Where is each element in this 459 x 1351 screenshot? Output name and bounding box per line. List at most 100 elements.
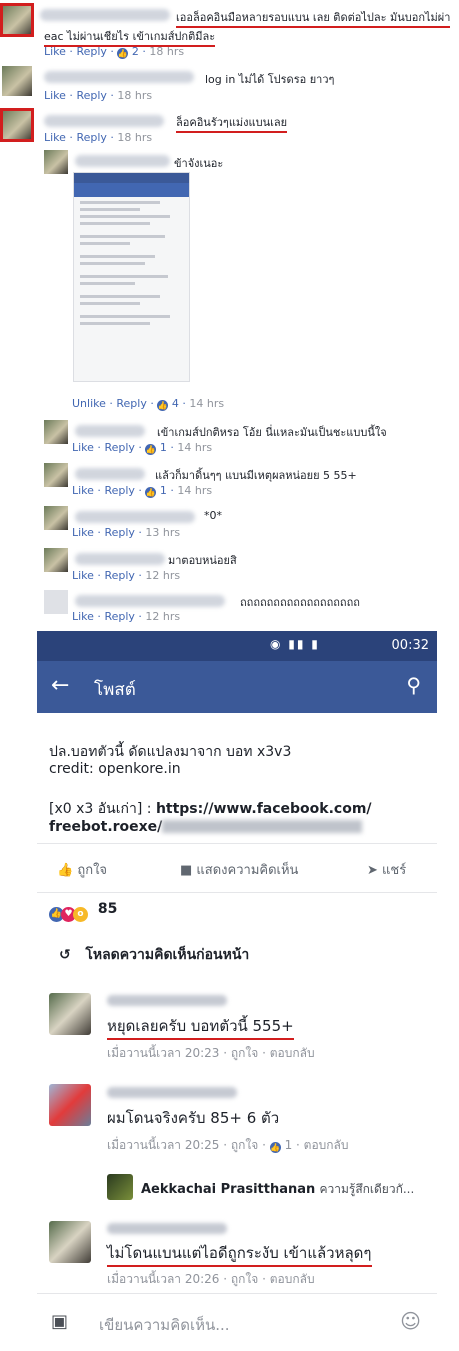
avatar[interactable] [44,463,68,487]
post-text: [x0 x3 อันเก่า] : [49,801,156,817]
reply-link[interactable]: Reply [104,569,134,582]
avatar[interactable] [44,150,68,174]
meta-text: · ตอบกลับ [292,1138,349,1152]
blurred-name [75,553,165,565]
reply-link[interactable]: Reply [116,397,146,410]
like-reaction-icon: 👍 [157,400,169,411]
attached-screenshot-thumbnail[interactable] [73,172,190,382]
comment-text: เออล็อคอินมือหลายรอบแบน เลย ติดต่อไปละ ม… [176,8,451,28]
comment-actions: Like · Reply · 12 hrs [72,610,181,623]
reaction-summary[interactable]: 👍 ♥ o 85 [49,901,117,922]
avatar[interactable] [49,1084,91,1126]
comment-meta: เมื่อวานนี้เวลา 20:26 · ถูกใจ · ตอบกลับ [107,1272,315,1286]
reply-link[interactable]: Reply [76,45,106,58]
comment-text: ล็อคอินรัวๆแม่งแบนเลย [176,113,288,133]
avatar[interactable] [2,66,32,96]
avatar[interactable] [0,3,34,37]
blurred-name [75,425,145,437]
search-icon[interactable]: ⚲ [406,673,421,697]
emoji-icon[interactable]: ☺ [400,1309,421,1333]
avatar[interactable] [44,506,68,530]
post-link[interactable]: freebot.roexe/ [49,819,363,835]
avatar[interactable] [0,108,34,142]
comment-text: ผมโดนจริงครับ 85+ 6 ตัว [107,1109,280,1127]
desktop-comment-thread: เออล็อคอินมือหลายรอบแบน เลย ติดต่อไปละ ม… [0,0,459,625]
wow-reaction-icon: o [73,907,88,922]
like-reaction-icon: 👍 [117,48,129,59]
share-button[interactable]: ➤ แชร์ [367,859,406,880]
comment-input[interactable]: เขียนความคิดเห็น... [99,1313,230,1337]
comment-actions: Like · Reply · 👍 2 · 18 hrs [44,45,185,59]
comment-text: ข้าจังเนอะ [174,157,224,170]
comment-actions: Unlike · Reply · 👍 4 · 14 hrs [72,397,225,411]
comment-text: แล้วก็มาดิ้นๆๆ แบนมีเหตุผลหน่อยย 5 55+ [155,469,357,482]
default-avatar[interactable] [44,590,68,614]
avatar[interactable] [49,993,91,1035]
post-link[interactable]: https://www.facebook.com/ [156,801,372,817]
like-link[interactable]: Like [44,131,66,144]
comment-text: เข้าเกมส์ปกติหรอ โอ้ย นี่แหละมันเป็นชะแบ… [157,426,387,439]
timestamp: 18 hrs [149,45,185,58]
timestamp: 14 hrs [177,441,213,454]
app-bar: ← โพสต์ ⚲ [37,661,437,713]
comment-actions: Like · Reply · 13 hrs [72,526,181,539]
comment-actions: Like · Reply · 18 hrs [44,89,153,102]
status-bar: ◉ ▮▮ ▮ 00:32 [37,631,437,661]
timestamp: 18 hrs [117,89,153,102]
camera-icon[interactable]: ▣ [51,1311,68,1332]
load-previous-comments[interactable]: ↺ โหลดความคิดเห็นก่อนหน้า [59,944,249,966]
blurred-name [75,511,195,523]
comment-actions: Like · Reply · 👍 1 · 14 hrs [72,484,213,498]
blurred-name [75,595,225,607]
avatar[interactable] [44,420,68,444]
post-line: credit: openkore.in [49,761,181,777]
like-link[interactable]: Like [72,569,94,582]
comment-button[interactable]: ■ แสดงความคิดเห็น [180,859,298,880]
reply-link[interactable]: Reply [104,610,134,623]
comment-text: หยุดเลยครับ บอทตัวนี้ 555+ [107,1014,294,1040]
reply-link[interactable]: Reply [76,131,106,144]
meta-text: เมื่อวานนี้เวลา 20:25 · ถูกใจ · [107,1138,270,1152]
timestamp: 14 hrs [189,397,225,410]
like-button[interactable]: 👍 ถูกใจ [57,859,107,880]
timestamp: 14 hrs [177,484,213,497]
avatar[interactable] [49,1221,91,1263]
blurred-name [40,9,170,21]
timestamp: 12 hrs [145,569,181,582]
back-arrow-icon[interactable]: ← [51,673,69,698]
reply-link[interactable]: Reply [104,526,134,539]
comment-actions: Like · Reply · 👍 1 · 14 hrs [72,441,213,455]
like-link[interactable]: Like [72,610,94,623]
like-link[interactable]: Like [44,89,66,102]
comment-composer: ▣ เขียนความคิดเห็น... ☺ [37,1293,437,1351]
signal-battery-icons: ◉ ▮▮ ▮ [270,637,320,651]
post-link-text[interactable]: freebot.roexe/ [49,819,162,835]
avatar[interactable] [107,1174,133,1200]
share-label: แชร์ [382,863,407,878]
reaction-count[interactable]: 1 [160,441,167,454]
like-label: ถูกใจ [77,863,108,878]
reply-link[interactable]: Reply [76,89,106,102]
like-link[interactable]: Like [72,484,94,497]
blurred-name [44,115,164,127]
reply-preview[interactable]: Aekkachai Prasitthanan ความรู้สึกเดียวกั… [141,1180,414,1199]
status-time: 00:32 [391,638,429,653]
unlike-link[interactable]: Unlike [72,397,106,410]
like-reaction-icon: 👍 [145,487,157,498]
like-reaction-icon: 👍 [269,1142,281,1153]
blurred-name [107,1223,227,1234]
reply-link[interactable]: Reply [104,441,134,454]
reaction-count[interactable]: 4 [172,397,179,410]
comment-text: มาตอบหน่อยสิ [168,554,237,567]
reply-link[interactable]: Reply [104,484,134,497]
mobile-post-screenshot: ◉ ▮▮ ▮ 00:32 ← โพสต์ ⚲ ปล.บอทตัวนี้ ดัดแ… [37,631,437,1350]
timestamp: 18 hrs [117,131,153,144]
blurred-name [75,468,145,480]
like-link[interactable]: Like [72,441,94,454]
like-link[interactable]: Like [44,45,66,58]
like-link[interactable]: Like [72,526,94,539]
comment-actions: Like · Reply · 12 hrs [72,569,181,582]
reaction-count[interactable]: 2 [132,45,139,58]
reaction-count[interactable]: 1 [160,484,167,497]
avatar[interactable] [44,548,68,572]
